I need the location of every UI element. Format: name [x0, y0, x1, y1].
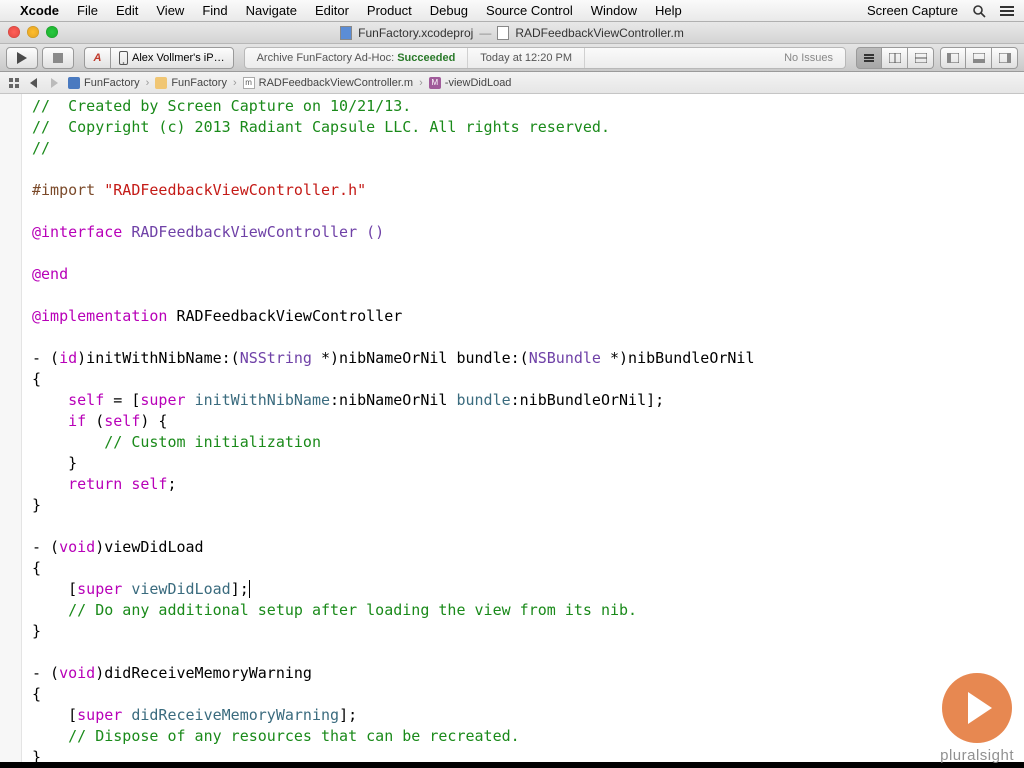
window-close-button[interactable] — [8, 26, 20, 38]
window-title-file: RADFeedbackViewController.m — [515, 26, 684, 40]
scheme-selector[interactable]: A Alex Vollmer's iP… — [84, 47, 234, 69]
menu-debug[interactable]: Debug — [430, 3, 468, 18]
status-time: Today at 12:20 PM — [468, 48, 585, 68]
notification-center-icon[interactable] — [1000, 5, 1014, 17]
menuextra-screen-capture[interactable]: Screen Capture — [867, 3, 958, 18]
window-titlebar: FunFactory.xcodeproj — RADFeedbackViewCo… — [0, 22, 1024, 44]
jump-bar: FunFactory › FunFactory › mRADFeedbackVi… — [0, 72, 1024, 94]
xcode-project-icon — [68, 77, 80, 89]
related-items-button[interactable] — [4, 75, 24, 91]
video-bottom-bar — [0, 762, 1024, 768]
menu-help[interactable]: Help — [655, 3, 682, 18]
standard-editor-button[interactable] — [856, 47, 882, 69]
toggle-navigator-button[interactable] — [940, 47, 966, 69]
menu-product[interactable]: Product — [367, 3, 412, 18]
menu-source-control[interactable]: Source Control — [486, 3, 573, 18]
spotlight-icon[interactable] — [972, 4, 986, 18]
menu-app[interactable]: Xcode — [20, 3, 59, 18]
assistant-editor-button[interactable] — [882, 47, 908, 69]
breadcrumb-group[interactable]: FunFactory — [151, 77, 231, 89]
window-zoom-button[interactable] — [46, 26, 58, 38]
breadcrumb-symbol[interactable]: M-viewDidLoad — [425, 77, 516, 89]
status-issues: No Issues — [772, 48, 845, 68]
editor-gutter[interactable] — [0, 94, 22, 762]
nav-forward-button[interactable] — [44, 75, 64, 91]
toggle-debug-area-button[interactable] — [966, 47, 992, 69]
objc-file-icon: m — [243, 77, 255, 89]
menu-editor[interactable]: Editor — [315, 3, 349, 18]
status-action: Archive FunFactory Ad-Hoc: — [257, 52, 395, 64]
menu-navigate[interactable]: Navigate — [246, 3, 297, 18]
xcode-toolbar: A Alex Vollmer's iP… Archive FunFactory … — [0, 44, 1024, 72]
breadcrumb-project[interactable]: FunFactory — [64, 77, 144, 89]
toggle-utilities-button[interactable] — [992, 47, 1018, 69]
stop-button[interactable] — [42, 47, 74, 69]
activity-status[interactable]: Archive FunFactory Ad-Hoc: Succeeded Tod… — [244, 47, 846, 69]
menu-view[interactable]: View — [156, 3, 184, 18]
source-editor[interactable]: // Created by Screen Capture on 10/21/13… — [22, 94, 1024, 762]
title-separator: — — [479, 26, 491, 40]
panel-visibility-selector[interactable] — [940, 47, 1018, 69]
device-icon — [119, 51, 128, 65]
nav-back-button[interactable] — [24, 75, 44, 91]
scheme-destination: Alex Vollmer's iP… — [132, 52, 225, 64]
status-result: Succeeded — [397, 52, 455, 64]
scheme-app-icon: A — [94, 52, 102, 64]
window-title-project: FunFactory.xcodeproj — [358, 26, 473, 40]
method-icon: M — [429, 77, 441, 89]
project-file-icon — [340, 26, 352, 40]
folder-icon — [155, 77, 167, 89]
menu-find[interactable]: Find — [202, 3, 227, 18]
breadcrumb-file[interactable]: mRADFeedbackViewController.m — [239, 77, 417, 89]
source-file-icon — [497, 26, 509, 40]
menu-file[interactable]: File — [77, 3, 98, 18]
menu-edit[interactable]: Edit — [116, 3, 138, 18]
window-minimize-button[interactable] — [27, 26, 39, 38]
version-editor-button[interactable] — [908, 47, 934, 69]
menu-window[interactable]: Window — [591, 3, 637, 18]
mac-menubar: Xcode File Edit View Find Navigate Edito… — [0, 0, 1024, 22]
editor-mode-selector[interactable] — [856, 47, 934, 69]
run-button[interactable] — [6, 47, 38, 69]
